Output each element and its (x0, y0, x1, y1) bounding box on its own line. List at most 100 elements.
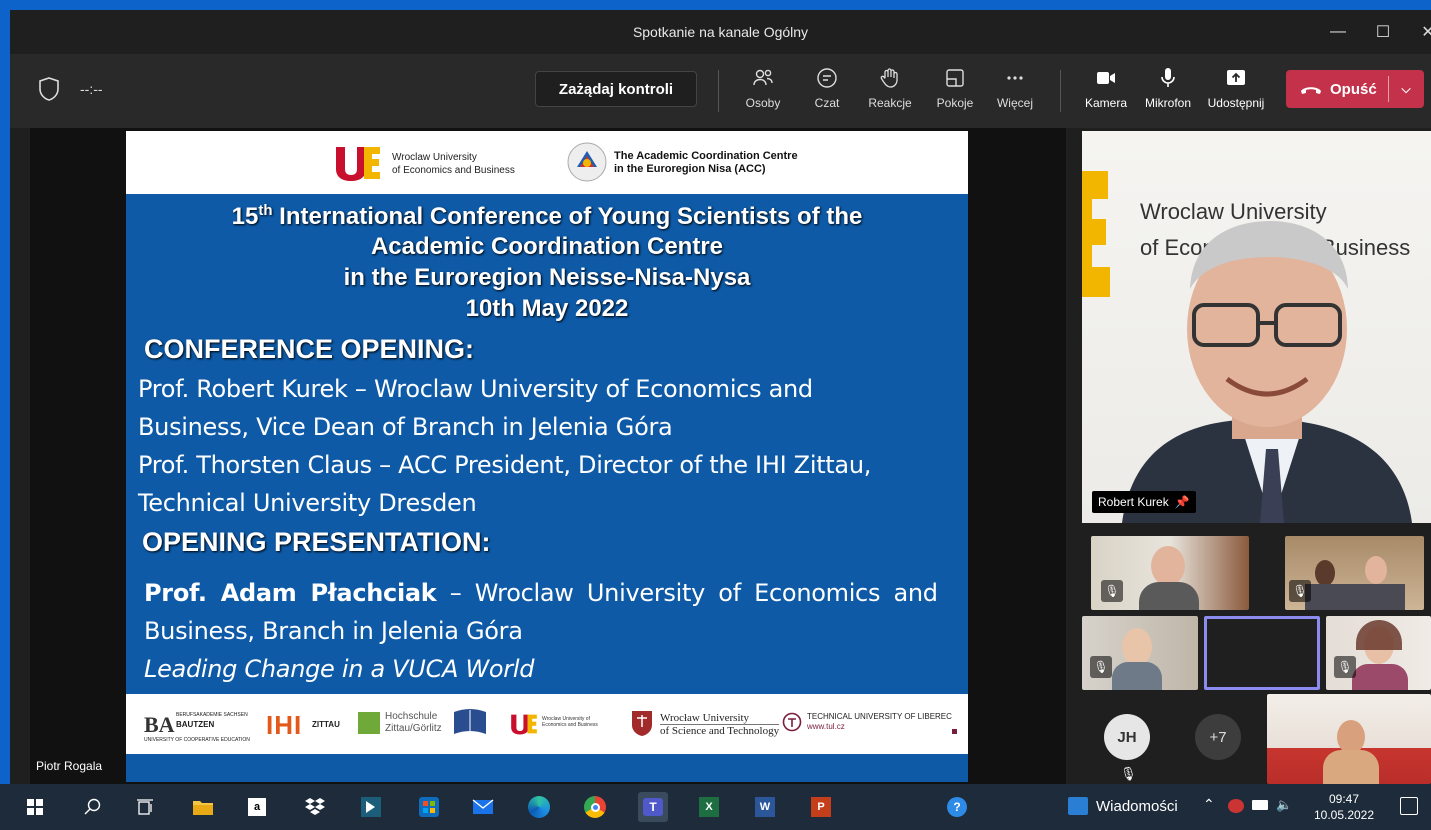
speaker-figure (1122, 221, 1412, 523)
mic-button[interactable]: Mikrofon (1138, 66, 1198, 118)
participant-face (1151, 546, 1185, 586)
shield-icon (39, 77, 59, 101)
title-bar: Spotkanie na kanale Ogólny — ☐ ✕ (10, 10, 1431, 54)
pin-icon: 📌 (1174, 495, 1190, 509)
notifications-icon[interactable] (1400, 797, 1418, 815)
participant-body (1112, 662, 1162, 690)
share-screen-icon (1227, 70, 1245, 85)
store-icon[interactable] (414, 792, 444, 822)
ue-small-logo-text: Wroclaw University of Economics and Busi… (542, 716, 598, 728)
acc-logo-icon (567, 142, 607, 182)
ihi-logo: IHI ZITTAU (266, 710, 340, 741)
chat-button[interactable]: Czat (797, 66, 857, 118)
presentation-slide: Wroclaw University of Economics and Busi… (126, 131, 968, 782)
participant-tile[interactable]: 🎙 (1082, 616, 1198, 690)
powerpoint-icon[interactable]: P (806, 792, 836, 822)
chat-icon (817, 68, 837, 88)
teams-icon[interactable]: T (638, 792, 668, 822)
participants-panel: Wroclaw University of Economics and Busi… (1082, 128, 1431, 784)
hszg-line2: Zittau/Görlitz (385, 723, 442, 734)
tul-line2: www.tul.cz (807, 722, 845, 731)
pwr-logo: Wrocław University of Science and Techno… (660, 712, 780, 737)
participant-tile-active[interactable] (1204, 616, 1320, 690)
hszg-line1: Hochschule (385, 711, 438, 722)
participant-body (1139, 582, 1199, 610)
leave-label: Opuść (1330, 80, 1377, 98)
camera-button[interactable]: Kamera (1076, 66, 1136, 118)
search-icon[interactable] (78, 792, 108, 822)
presentation-line1: Prof. Adam Płachciak – Wroclaw Universit… (144, 574, 954, 612)
microphone-icon (1161, 68, 1175, 87)
request-control-button[interactable]: Zażądaj kontroli (535, 71, 697, 107)
reactions-label: Reakcje (868, 96, 912, 110)
clock-time: 09:47 (1328, 792, 1360, 806)
leave-main[interactable]: Opuść (1286, 81, 1388, 98)
rooms-label: Pokoje (936, 96, 974, 110)
chevron-up-icon[interactable]: ⌃ (1203, 796, 1215, 813)
acc-logo-line2: in the Euroregion Nisa (ACC) (614, 163, 766, 175)
more-participants-button[interactable]: +7 (1195, 714, 1241, 760)
book-logo-icon (454, 709, 486, 734)
mic-off-icon: 🎙 (1334, 656, 1356, 678)
battery-icon[interactable] (1252, 800, 1268, 810)
more-button[interactable]: Więcej (985, 66, 1045, 118)
mic-label: Mikrofon (1144, 96, 1191, 110)
mail-icon[interactable] (468, 792, 498, 822)
more-icon (1007, 76, 1023, 80)
chevron-down-icon[interactable]: ⌵ (1389, 82, 1423, 97)
ue-small-logo-icon (511, 714, 537, 735)
participant-avatar[interactable]: JH (1104, 714, 1150, 760)
mic-off-icon: 🎙 (1101, 580, 1123, 602)
excel-icon[interactable]: X (694, 792, 724, 822)
rooms-button[interactable]: Pokoje (925, 66, 985, 118)
ba-logo: BA BERUFSAKADEMIE SACHSEN BAUTZEN UNIVER… (144, 712, 250, 743)
help-icon[interactable]: ? (942, 792, 972, 822)
slide-header: Wroclaw University of Economics and Busi… (126, 131, 968, 194)
participant-body (1323, 750, 1379, 784)
participant-tile[interactable]: 🎙 (1091, 536, 1249, 610)
dropbox-icon[interactable] (300, 792, 330, 822)
edge-icon[interactable] (524, 792, 554, 822)
acc-logo-line1: The Academic Coordination Centre (614, 150, 798, 162)
pinned-speaker-video[interactable]: Wroclaw University of Economics and Busi… (1082, 131, 1431, 523)
amazon-icon[interactable]: a (242, 792, 272, 822)
participant-tile[interactable] (1267, 694, 1431, 784)
system-clock[interactable]: 09:47 10.05.2022 (1312, 791, 1376, 823)
app-icon[interactable] (356, 792, 386, 822)
hszg-logo: Hochschule Zittau/Görlitz (385, 711, 442, 735)
windows-start-icon[interactable] (20, 792, 50, 822)
close-button[interactable]: ✕ (1405, 10, 1431, 54)
tul-line1: TECHNICAL UNIVERSITY OF LIBEREC (807, 712, 952, 721)
divider (718, 70, 719, 112)
word-icon[interactable]: W (750, 792, 780, 822)
tul-logo-icon (782, 712, 802, 732)
volume-icon[interactable]: 🔈 (1276, 797, 1292, 813)
presenter-name-tag: Piotr Rogala (30, 753, 109, 779)
maximize-button[interactable]: ☐ (1360, 10, 1406, 54)
task-view-icon[interactable] (130, 792, 160, 822)
participant-tile[interactable]: 🎙 (1326, 616, 1431, 690)
participant-tile[interactable]: 🎙 (1285, 536, 1424, 610)
leave-button[interactable]: Opuść ⌵ (1286, 70, 1424, 108)
pwr-line2: of Science and Technology (660, 724, 780, 737)
windows-taskbar: a T X W P ? Wiadomości ⌃ 🔈 09:47 10.05.2… (0, 784, 1431, 830)
participant-face (1365, 556, 1387, 584)
participant-face (1315, 560, 1335, 586)
mic-off-icon: 🎙 (1120, 766, 1137, 781)
people-label: Osoby (745, 96, 781, 110)
pwr-crest-icon (632, 711, 652, 736)
ba-logo-sub: UNIVERSITY OF COOPERATIVE EDUCATION (144, 737, 250, 743)
news-widget[interactable]: Wiadomości (1068, 797, 1178, 815)
mic-off-icon: 🎙 (1289, 580, 1311, 602)
chrome-icon[interactable] (580, 792, 610, 822)
ue-logo-line1: Wroclaw University (392, 152, 477, 163)
network-icon[interactable] (1228, 799, 1244, 813)
chat-label: Czat (814, 96, 840, 110)
people-button[interactable]: Osoby (733, 66, 793, 118)
slide-bottom-band (126, 754, 968, 782)
minimize-button[interactable]: — (1315, 10, 1361, 54)
slide-title-line3: in the Euroregion Neisse-Nisa-Nysa (343, 264, 751, 291)
file-explorer-icon[interactable] (188, 792, 218, 822)
share-button[interactable]: Udostępnij (1206, 66, 1266, 118)
reactions-button[interactable]: Reakcje (860, 66, 920, 118)
